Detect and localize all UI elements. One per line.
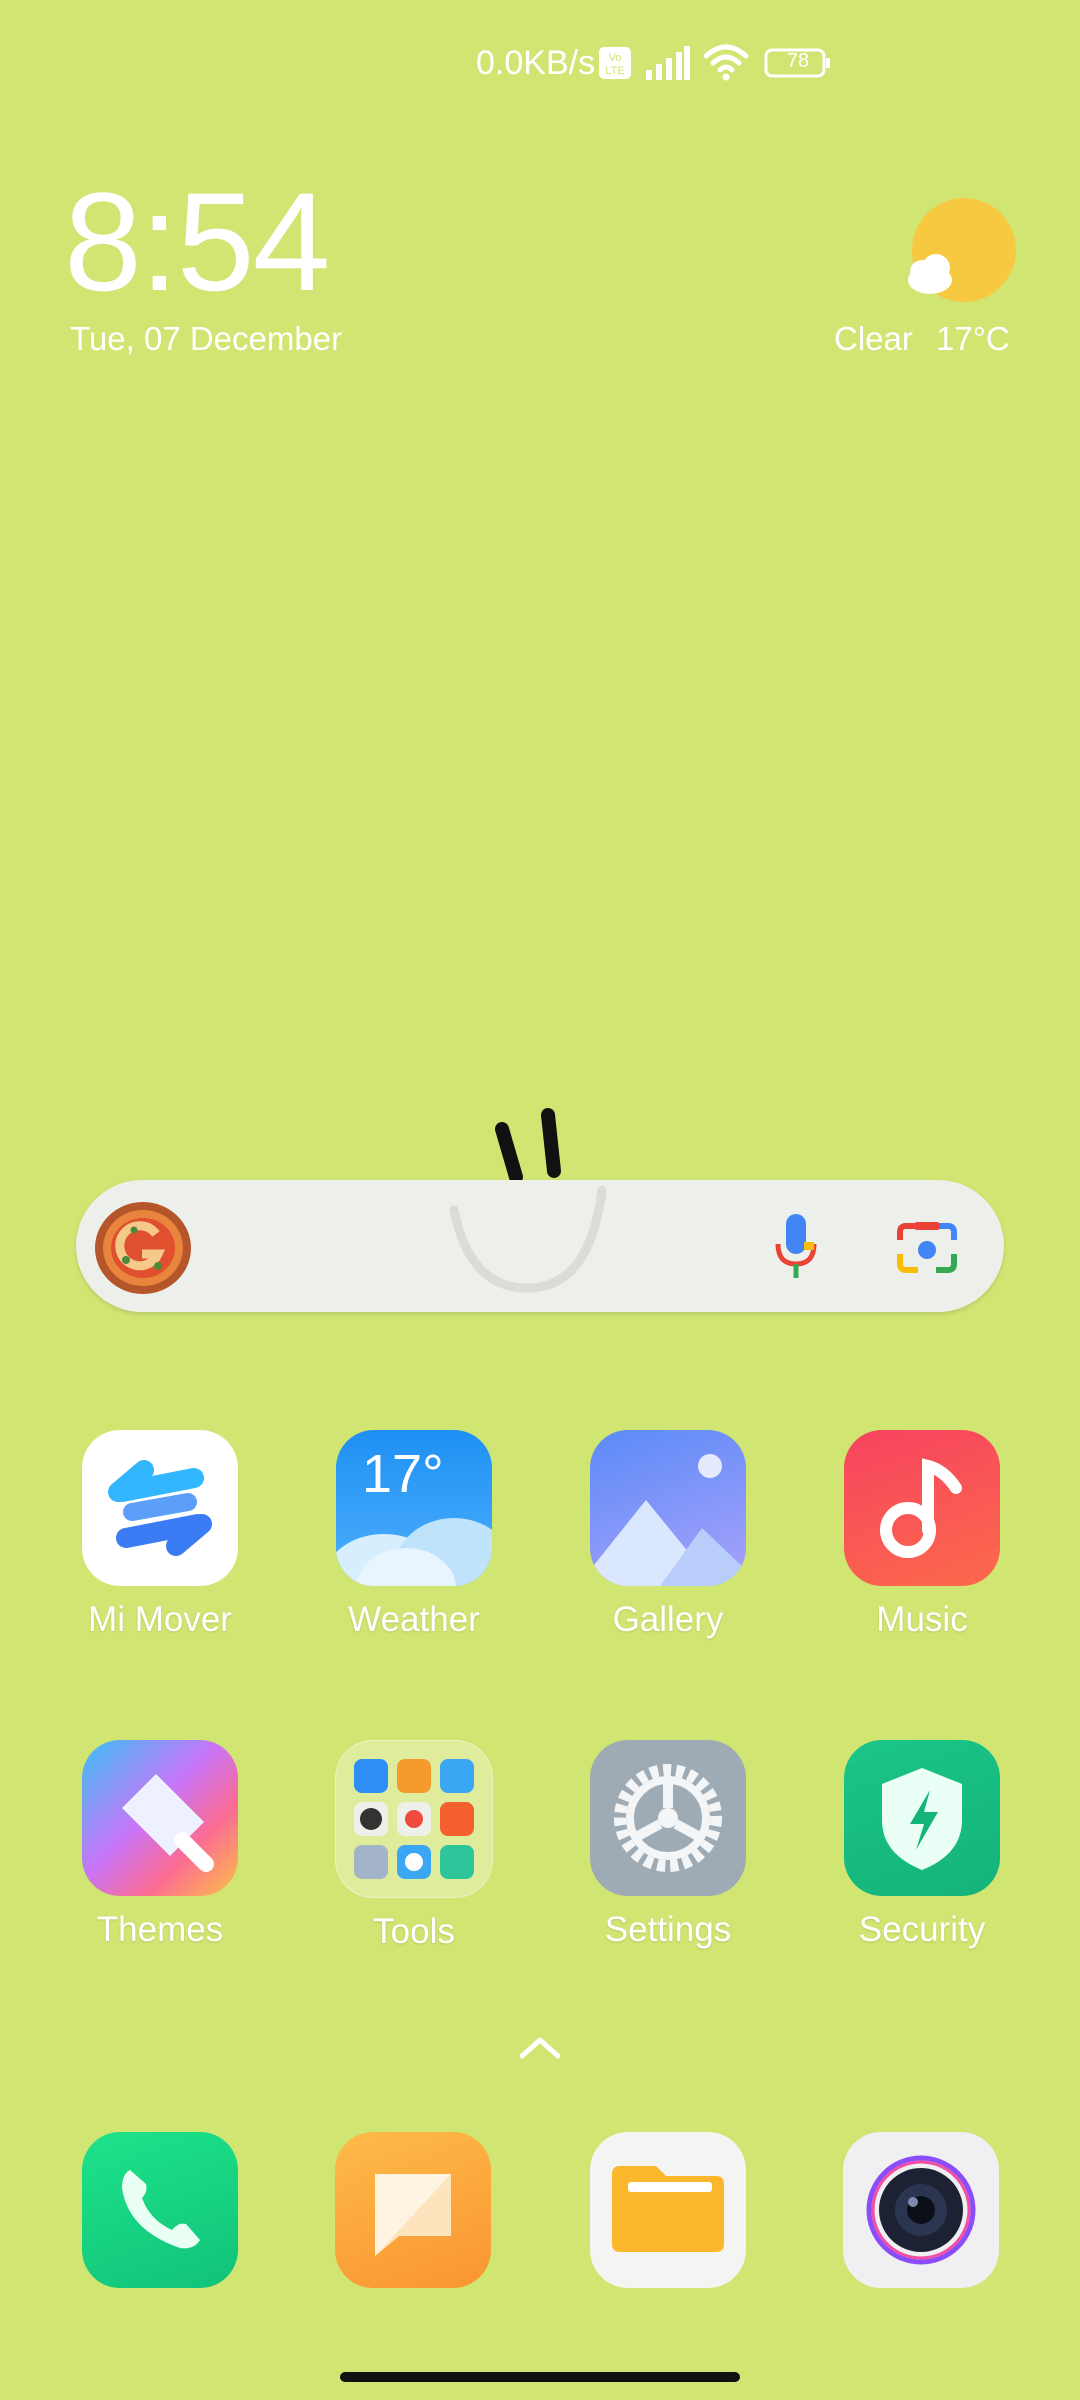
app-music[interactable]: Music — [822, 1430, 1022, 1640]
app-label: Mi Mover — [88, 1600, 232, 1639]
home-indicator[interactable] — [340, 2372, 740, 2382]
sun-cloud-icon[interactable] — [900, 196, 1016, 304]
weather-icon-temp: 17° — [362, 1444, 444, 1504]
tools-folder-icon — [335, 1740, 493, 1898]
mi-mover-icon — [82, 1430, 238, 1586]
signal-icon — [646, 46, 690, 80]
battery-level: 78 — [786, 50, 810, 72]
app-label: Security — [858, 1910, 986, 1949]
app-mi-mover[interactable]: Mi Mover — [60, 1430, 260, 1640]
lens-icon[interactable] — [896, 1220, 958, 1276]
app-tools-folder[interactable]: Tools — [314, 1740, 514, 1952]
app-label: Gallery — [612, 1600, 724, 1639]
svg-text:LTE: LTE — [605, 65, 624, 77]
clock-date[interactable]: Tue, 07 December — [70, 320, 342, 358]
app-label: Themes — [96, 1910, 224, 1949]
google-doodle-icon[interactable] — [92, 1200, 194, 1296]
app-label: Weather — [348, 1600, 480, 1639]
app-label: Music — [876, 1600, 968, 1639]
settings-icon — [590, 1740, 746, 1896]
app-label: Tools — [373, 1912, 455, 1951]
weather-temperature[interactable]: 17°C — [936, 320, 1010, 358]
phone-icon — [122, 2170, 200, 2249]
themes-icon — [82, 1740, 238, 1896]
gallery-icon — [590, 1430, 746, 1586]
app-security[interactable]: Security — [822, 1740, 1022, 1950]
app-label: Settings — [604, 1910, 732, 1949]
dock-phone-app[interactable] — [82, 2132, 238, 2288]
messages-icon — [375, 2174, 451, 2256]
app-gallery[interactable]: Gallery — [568, 1430, 768, 1640]
app-settings[interactable]: Settings — [568, 1740, 768, 1950]
weather-app-icon: 17° — [336, 1430, 492, 1586]
volte-icon: Vo LTE — [599, 47, 631, 79]
files-icon — [612, 2166, 724, 2252]
dock-camera-app[interactable] — [843, 2132, 999, 2288]
music-icon — [844, 1430, 1000, 1586]
app-themes[interactable]: Themes — [60, 1740, 260, 1950]
app-weather[interactable]: 17° Weather — [314, 1430, 514, 1640]
weather-condition[interactable]: Clear — [834, 320, 913, 358]
wifi-icon — [703, 44, 749, 81]
dock-files-app[interactable] — [590, 2132, 746, 2288]
dock-messages-app[interactable] — [335, 2132, 491, 2288]
clock-time[interactable]: 8:54 — [64, 172, 330, 312]
network-speed: 0.0KB/s — [476, 44, 596, 82]
app-drawer-chevron-up-icon[interactable] — [512, 2030, 568, 2064]
camera-icon — [866, 2155, 976, 2265]
doodle-smile-icon — [449, 1185, 607, 1293]
mic-icon[interactable] — [770, 1212, 822, 1280]
svg-text:Vo: Vo — [609, 52, 622, 64]
security-icon — [844, 1740, 1000, 1896]
